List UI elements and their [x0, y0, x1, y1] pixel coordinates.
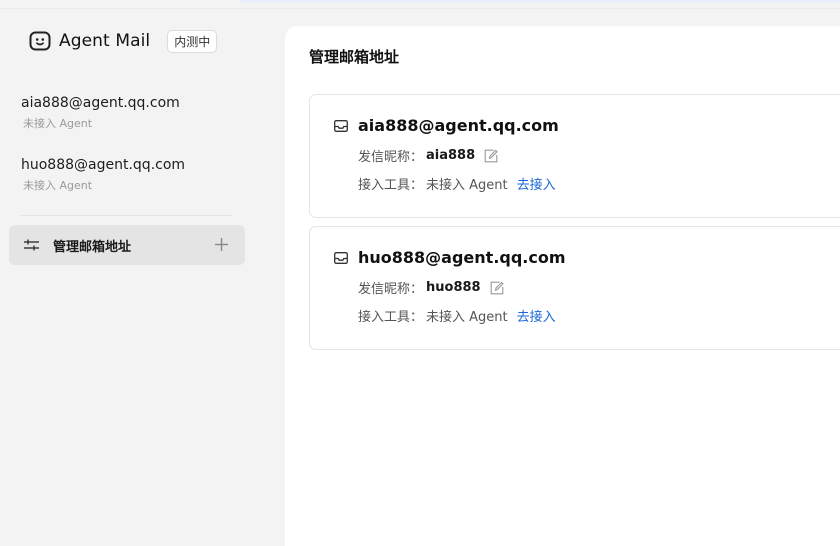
beta-badge: 内测中 — [167, 29, 218, 53]
tool-value: 未接入 Agent — [426, 310, 508, 325]
mailbox-status: 未接入 Agent — [23, 179, 93, 192]
tool-label: 接入工具： — [358, 178, 424, 193]
tool-row: 接入工具： 未接入 Agent 去接入 — [358, 174, 556, 193]
mailbox-item-aia888[interactable]: aia888@agent.qq.com 未接入 Agent — [21, 94, 233, 156]
connect-link[interactable]: 去接入 — [517, 174, 556, 193]
connect-link[interactable]: 去接入 — [517, 306, 556, 325]
top-highlight — [240, 0, 840, 3]
page-title: 管理邮箱地址 — [309, 48, 400, 66]
nickname-value: aia888 — [426, 148, 476, 163]
plus-icon[interactable] — [214, 237, 229, 252]
window-top-strip — [0, 0, 840, 9]
sidebar: Agent Mail 内测中 aia888@agent.qq.com 未接入 A… — [0, 9, 285, 533]
card-header: aia888@agent.qq.com — [334, 116, 559, 135]
mailbox-card: huo888@agent.qq.com 发信昵称： huo888 接入工具： 未… — [309, 226, 840, 350]
sidebar-item-label: 管理邮箱地址 — [53, 239, 132, 255]
edit-icon[interactable] — [490, 281, 504, 295]
edit-icon[interactable] — [484, 149, 498, 163]
brand[interactable]: Agent Mail 内测中 — [29, 29, 218, 53]
inbox-icon — [334, 119, 348, 132]
mailbox-card: aia888@agent.qq.com 发信昵称： aia888 接入工具： 未… — [309, 94, 840, 218]
mailbox-status: 未接入 Agent — [23, 117, 93, 130]
sidebar-divider — [21, 215, 232, 216]
mailbox-address: huo888@agent.qq.com — [21, 157, 186, 173]
sidebar-item-manage-addresses[interactable]: 管理邮箱地址 — [9, 225, 245, 265]
nickname-row: 发信昵称： huo888 — [358, 278, 504, 297]
card-address: aia888@agent.qq.com — [358, 116, 559, 135]
nickname-row: 发信昵称： aia888 — [358, 146, 498, 165]
main-panel: 管理邮箱地址 aia888@agent.qq.com 发信昵称： aia888 — [285, 26, 840, 546]
nickname-value: huo888 — [426, 280, 481, 295]
card-address: huo888@agent.qq.com — [358, 248, 566, 267]
smiley-face-icon — [29, 30, 51, 52]
nickname-label: 发信昵称： — [358, 150, 424, 165]
mailbox-address: aia888@agent.qq.com — [21, 95, 180, 111]
inbox-icon — [334, 251, 348, 264]
brand-name: Agent Mail — [59, 31, 151, 51]
card-header: huo888@agent.qq.com — [334, 248, 566, 267]
mailbox-list: aia888@agent.qq.com 未接入 Agent huo888@age… — [21, 94, 233, 218]
nickname-label: 发信昵称： — [358, 282, 424, 297]
tool-value: 未接入 Agent — [426, 178, 508, 193]
mailbox-item-huo888[interactable]: huo888@agent.qq.com 未接入 Agent — [21, 156, 233, 218]
tool-row: 接入工具： 未接入 Agent 去接入 — [358, 306, 556, 325]
tool-label: 接入工具： — [358, 310, 424, 325]
sliders-icon — [23, 238, 40, 252]
